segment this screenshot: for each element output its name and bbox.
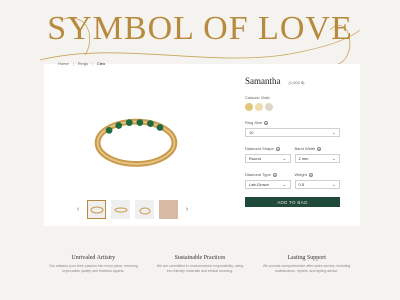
help-icon[interactable]: ? [264,120,269,126]
weight-label: Weight [294,172,307,177]
help-icon[interactable]: ? [308,172,313,178]
feature-text: We are committed to environmental respon… [156,264,244,273]
product-title: Samantha [245,76,281,86]
diamond-shape-value: Round [249,156,261,161]
chevron-down-icon: ⌄ [331,129,336,136]
product-price: (1,000 $) [288,80,305,85]
chevron-down-icon: ⌄ [331,155,336,162]
breadcrumb-rings[interactable]: Rings [78,61,88,66]
diamond-shape-select[interactable]: Round ⌄ [245,154,291,163]
feature-title: Sustainable Practices [174,255,226,261]
chevron-down-icon: ⌄ [282,181,287,188]
chevron-down-icon: ⌄ [282,155,287,162]
add-to-bag-button[interactable]: ADD TO BAG [245,197,340,207]
ring-size-label: Ring Size [245,120,263,125]
weight-select[interactable]: 0.5 ⌄ [294,180,340,189]
diamond-type-select[interactable]: Lab-Grown ⌄ [245,180,291,189]
weight-value: 0.5 [298,182,305,187]
help-icon[interactable]: ? [272,172,277,178]
band-width-label: Band Width [294,146,316,151]
colour-swatches [245,103,340,111]
hero-title: SYMBOL OF LOVE [47,10,353,47]
thumbnail-3[interactable] [135,200,154,219]
feature-sustainable: Sustainable Practices We are committed t… [155,255,245,273]
feature-title: Unrivaled Artistry [71,255,116,261]
help-icon[interactable]: ? [317,146,322,152]
ring-size-value: 10 [249,130,254,135]
band-width-select[interactable]: 2 mm ⌄ [294,154,340,163]
chevron-left-icon[interactable]: ‹ [74,206,82,213]
feature-text: We provide comprehensive after-sales ser… [262,264,351,273]
breadcrumb-separator: | [72,61,74,66]
colour-swatch-gold[interactable] [245,103,253,111]
help-icon[interactable]: ? [275,146,280,152]
colour-label: Colours: Gold [245,95,270,100]
breadcrumb-home[interactable]: Home [58,61,69,66]
product-image [94,118,178,167]
features-section: Unrivaled Artistry Our artisans pour the… [0,255,400,273]
diamond-type-value: Lab-Grown [249,182,269,187]
ring-size-select[interactable]: 10 ⌄ [245,128,340,137]
thumbnail-2[interactable] [111,200,130,219]
thumbnail-4[interactable] [159,200,178,219]
breadcrumb-current: Cleo [97,61,106,66]
band-width-value: 2 mm [298,156,309,161]
thumbnail-strip: ‹ › [74,200,191,219]
chevron-down-icon: ⌄ [331,181,336,188]
colour-swatch-silver[interactable] [265,103,273,111]
colour-swatch-light-gold[interactable] [255,103,263,111]
breadcrumb-separator: | [91,61,93,66]
breadcrumb: Home | Rings | Cleo [58,61,105,66]
feature-artistry: Unrivaled Artistry Our artisans pour the… [48,255,138,273]
chevron-right-icon[interactable]: › [183,206,191,213]
thumbnail-1[interactable] [87,200,106,219]
product-options: Samantha (1,000 $) Colours: Gold Ring Si… [245,76,340,207]
feature-text: Our artisans pour their passion into eve… [48,264,138,273]
feature-title: Lasting Support [287,255,326,261]
diamond-shape-label: Diamond Shape [245,146,274,151]
feature-support: Lasting Support We provide comprehensive… [262,255,352,273]
diamond-type-label: Diamond Type [245,172,271,177]
